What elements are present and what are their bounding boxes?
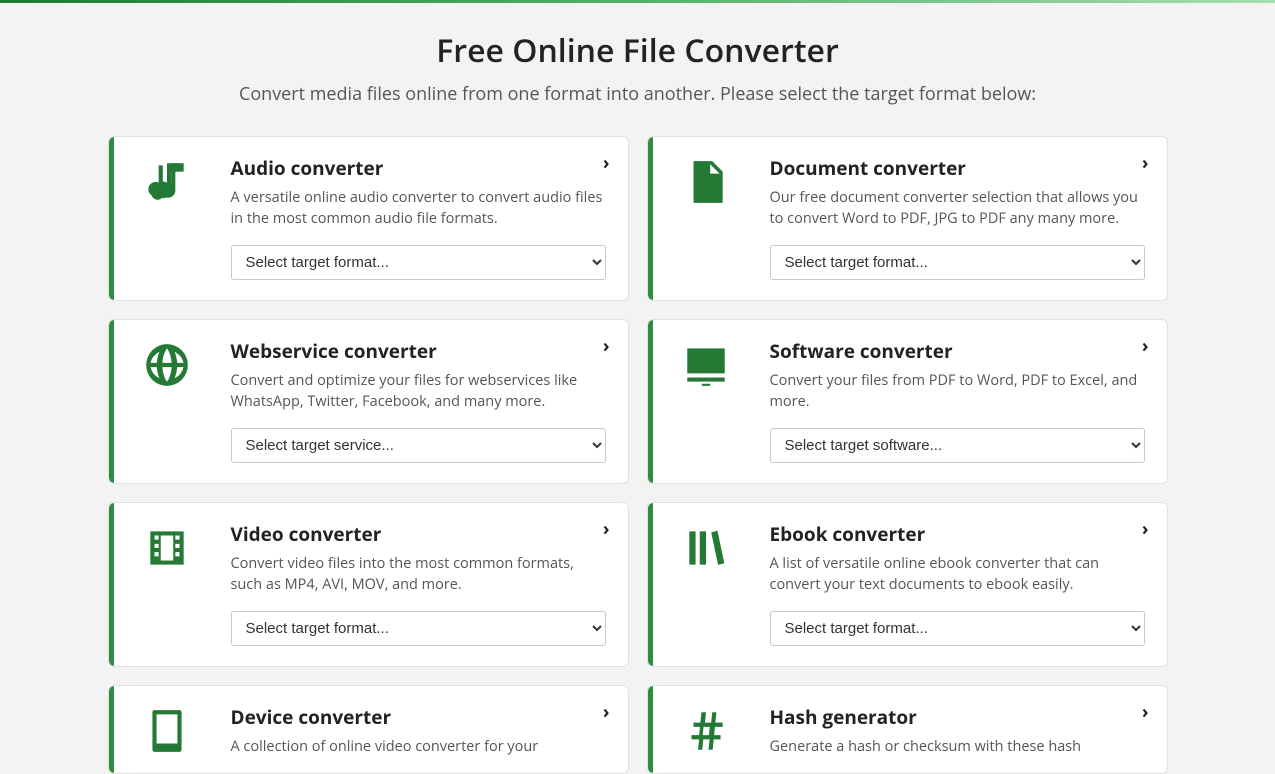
target-software-select[interactable]: Select target software... [770, 428, 1145, 463]
card-title: Webservice converter [231, 338, 606, 364]
card-title: Device converter [231, 704, 606, 730]
hash-icon [670, 704, 742, 773]
card-title: Audio converter [231, 155, 606, 181]
converter-grid: › Audio converter A versatile online aud… [108, 136, 1168, 774]
card-video[interactable]: › Video converter Convert video files in… [108, 502, 629, 667]
target-format-select[interactable]: Select target format... [770, 611, 1145, 646]
card-device[interactable]: › Device converter A collection of onlin… [108, 685, 629, 774]
card-description: A list of versatile online ebook convert… [770, 553, 1145, 595]
card-document[interactable]: › Document converter Our free document c… [647, 136, 1168, 301]
chevron-right-icon: › [603, 334, 610, 358]
card-software[interactable]: › Software converter Convert your files … [647, 319, 1168, 484]
card-title: Hash generator [770, 704, 1145, 730]
card-description: Generate a hash or checksum with these h… [770, 736, 1145, 757]
card-description: A collection of online video converter f… [231, 736, 606, 757]
card-title: Video converter [231, 521, 606, 547]
target-format-select[interactable]: Select target format... [231, 611, 606, 646]
card-description: Convert and optimize your files for webs… [231, 370, 606, 412]
card-description: Convert your files from PDF to Word, PDF… [770, 370, 1145, 412]
card-title: Ebook converter [770, 521, 1145, 547]
music-icon [131, 155, 203, 280]
tablet-icon [131, 704, 203, 773]
chevron-right-icon: › [1142, 517, 1149, 541]
card-title: Software converter [770, 338, 1145, 364]
card-audio[interactable]: › Audio converter A versatile online aud… [108, 136, 629, 301]
film-icon [131, 521, 203, 646]
monitor-icon [670, 338, 742, 463]
card-ebook[interactable]: › Ebook converter A list of versatile on… [647, 502, 1168, 667]
card-webservice[interactable]: › Webservice converter Convert and optim… [108, 319, 629, 484]
chevron-right-icon: › [1142, 151, 1149, 175]
books-icon [670, 521, 742, 646]
card-hash[interactable]: › Hash generator Generate a hash or chec… [647, 685, 1168, 774]
globe-icon [131, 338, 203, 463]
card-description: Convert video files into the most common… [231, 553, 606, 595]
target-service-select[interactable]: Select target service... [231, 428, 606, 463]
target-format-select[interactable]: Select target format... [770, 245, 1145, 280]
chevron-right-icon: › [1142, 334, 1149, 358]
page-subtitle: Convert media files online from one form… [0, 82, 1275, 106]
card-description: A versatile online audio converter to co… [231, 187, 606, 229]
document-icon [670, 155, 742, 280]
card-title: Document converter [770, 155, 1145, 181]
chevron-right-icon: › [603, 151, 610, 175]
card-description: Our free document converter selection th… [770, 187, 1145, 229]
chevron-right-icon: › [603, 700, 610, 724]
target-format-select[interactable]: Select target format... [231, 245, 606, 280]
page-title: Free Online File Converter [0, 29, 1275, 72]
chevron-right-icon: › [1142, 700, 1149, 724]
chevron-right-icon: › [603, 517, 610, 541]
page-header: Free Online File Converter Convert media… [0, 3, 1275, 126]
